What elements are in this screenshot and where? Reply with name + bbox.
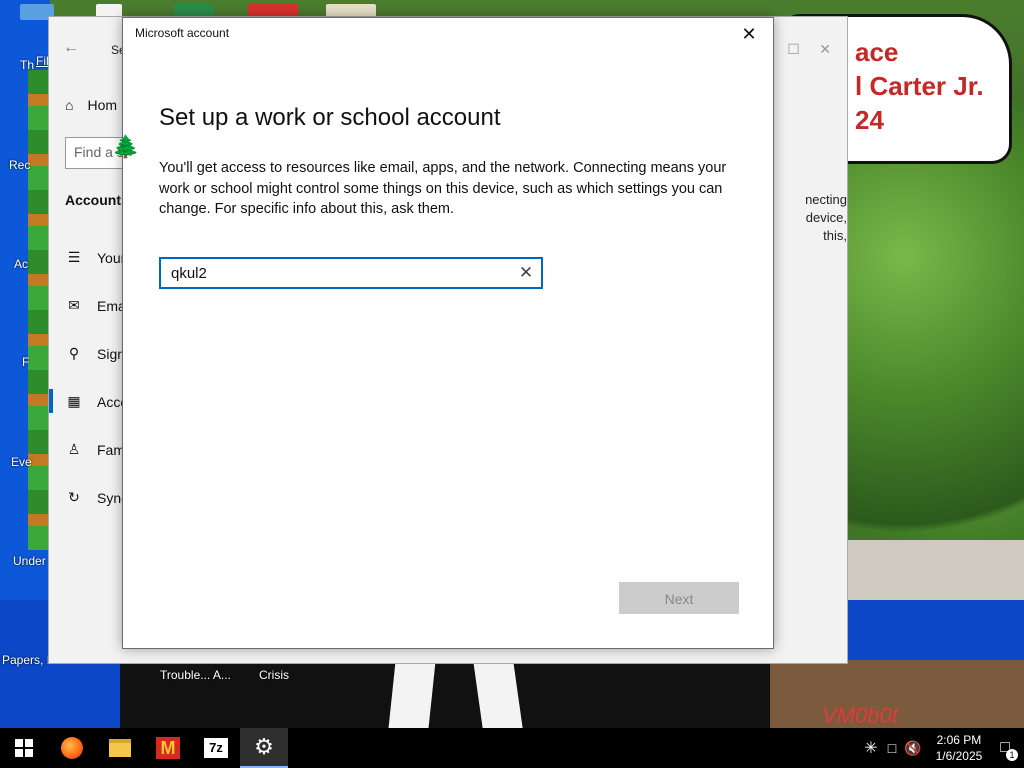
- desktop-icon-label[interactable]: Crisis: [259, 668, 289, 682]
- settings-text-line: device,: [805, 210, 847, 225]
- desktop-icon-label[interactable]: Under: [13, 554, 46, 568]
- wallpaper-watermark: VM0b0t: [822, 703, 898, 728]
- next-button[interactable]: Next: [619, 582, 739, 614]
- firefox-icon: [61, 737, 83, 759]
- back-arrow-icon[interactable]: ←: [63, 39, 79, 57]
- notification-center-icon[interactable]: □ 1: [1000, 739, 1018, 761]
- settings-home-item[interactable]: ⌂ Hom: [65, 97, 117, 113]
- family-icon: ♙: [67, 441, 81, 457]
- wallpaper-figure-leg: [388, 662, 436, 728]
- clock-time: 2:06 PM: [936, 733, 982, 747]
- mcdonalds-taskbar-button[interactable]: M: [144, 728, 192, 768]
- settings-gear-icon: ⚙: [254, 734, 274, 759]
- volume-muted-icon[interactable]: 🔇: [904, 740, 921, 757]
- clock-date: 1/6/2025: [935, 749, 983, 763]
- speech-line: l Carter Jr.: [855, 71, 984, 101]
- sparkle-icon[interactable]: ✳: [864, 738, 877, 758]
- nav-label: Fam: [97, 442, 125, 458]
- settings-text-line: necting: [805, 192, 847, 207]
- active-indicator: [49, 389, 53, 413]
- desktop-icon-label[interactable]: Papers, P: [2, 653, 55, 667]
- dialog-title: Microsoft account: [135, 26, 230, 40]
- desktop-icon-label[interactable]: F: [22, 355, 29, 369]
- file-explorer-taskbar-button[interactable]: [96, 728, 144, 768]
- window-controls[interactable]: ☐ ✕: [787, 41, 831, 58]
- taskbar: M 7z ⚙ ✳ □ 🔇 2:06 PM 1/6/2025 □ 1: [0, 728, 1024, 768]
- desktop-icon-label[interactable]: Th: [20, 58, 34, 72]
- email-field[interactable]: ✕: [159, 257, 543, 289]
- settings-nav-family[interactable]: ♙ Fam: [65, 441, 125, 459]
- network-icon[interactable]: □: [888, 740, 896, 756]
- settings-text-line: this,: [823, 228, 847, 243]
- settings-nav-sync[interactable]: ↻ Sync: [65, 489, 128, 507]
- file-explorer-icon: [109, 739, 131, 757]
- speech-line: ace: [855, 37, 899, 67]
- 7zip-icon: 7z: [204, 738, 228, 758]
- email-input[interactable]: [161, 259, 511, 287]
- settings-nav-access-work[interactable]: ▦ Acce: [65, 393, 128, 411]
- desktop-icon-label[interactable]: Fil: [36, 54, 49, 68]
- briefcase-icon: ▦: [67, 393, 81, 409]
- clock[interactable]: 2:06 PM 1/6/2025: [936, 732, 983, 764]
- close-button[interactable]: ✕: [733, 20, 765, 48]
- home-label: Hom: [87, 97, 118, 113]
- dialog-description: You'll get access to resources like emai…: [159, 160, 727, 217]
- desktop-icon-label[interactable]: Rec: [9, 158, 30, 172]
- mcdonalds-icon: M: [156, 737, 180, 759]
- clear-icon[interactable]: ✕: [511, 263, 541, 283]
- microsoft-account-dialog: Microsoft account ✕ Set up a work or sch…: [122, 17, 774, 649]
- dialog-heading: Set up a work or school account: [159, 104, 501, 131]
- person-card-icon: ☰: [67, 249, 81, 265]
- home-icon: ⌂: [65, 97, 74, 113]
- sync-icon: ↻: [68, 489, 80, 505]
- desktop-icon-label[interactable]: Ac: [14, 257, 28, 271]
- notification-count-badge: 1: [1006, 749, 1018, 761]
- settings-nav-your-info[interactable]: ☰ Your: [65, 249, 126, 267]
- settings-nav-email[interactable]: ✉ Ema: [65, 297, 126, 315]
- desktop-icon-label[interactable]: Eve: [11, 455, 32, 469]
- settings-nav-signin[interactable]: ⚲ Sign: [65, 345, 125, 363]
- start-icon: [15, 739, 33, 757]
- system-tray: ✳ □ 🔇 2:06 PM 1/6/2025 □ 1: [864, 728, 1024, 768]
- desktop-icon-label[interactable]: Trouble... A...: [160, 668, 231, 682]
- settings-content-text: necting device, this,: [775, 191, 847, 245]
- speech-line: 24: [855, 105, 884, 135]
- wallpaper-stripe: [28, 70, 50, 550]
- settings-section-heading: Accounts: [65, 192, 129, 208]
- settings-taskbar-button[interactable]: ⚙: [240, 728, 288, 768]
- firefox-taskbar-button[interactable]: [48, 728, 96, 768]
- nav-label: Sign: [97, 346, 126, 362]
- settings-sidebar: [49, 17, 123, 663]
- tree-cursor-icon: 🌲: [112, 134, 140, 159]
- key-icon: ⚲: [68, 345, 80, 361]
- start-button[interactable]: [0, 728, 48, 768]
- mail-icon: ✉: [68, 297, 80, 313]
- 7zip-taskbar-button[interactable]: 7z: [192, 728, 240, 768]
